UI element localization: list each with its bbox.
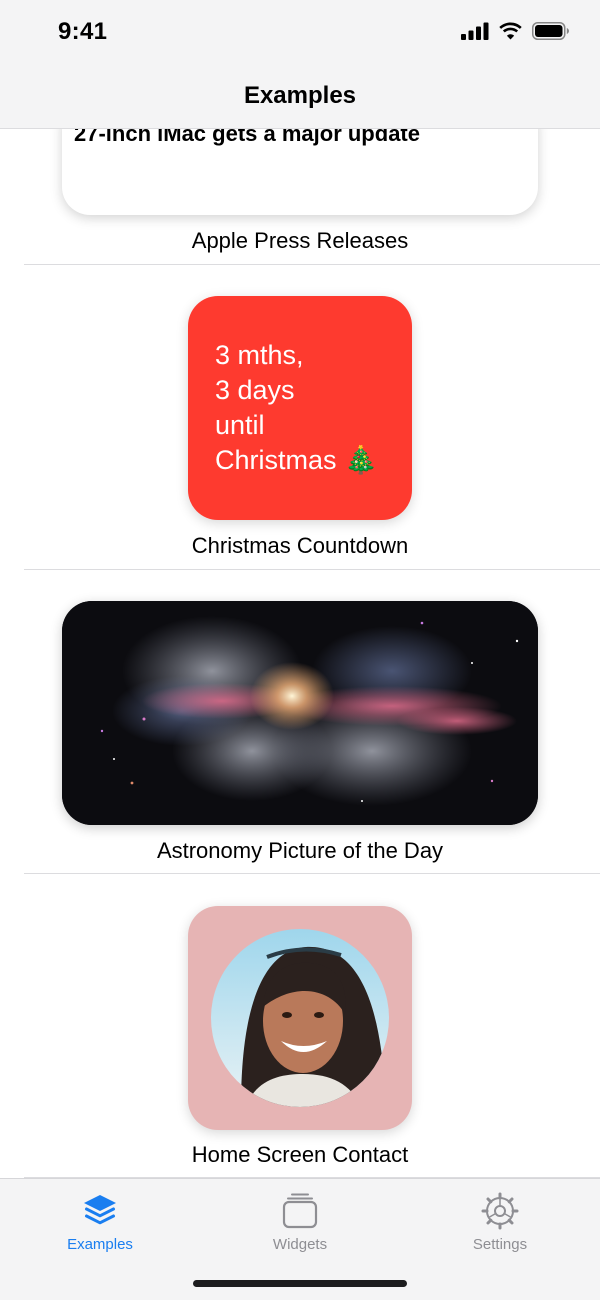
- list-divider: [24, 264, 600, 265]
- tab-label: Settings: [472, 1236, 528, 1253]
- cellular-signal-icon: [461, 22, 489, 40]
- status-bar: 9:41: [0, 0, 600, 66]
- countdown-line: 3 days: [215, 375, 295, 405]
- press-release-widget[interactable]: 27-inch iMac gets a major update: [62, 129, 538, 215]
- layers-icon: [84, 1195, 116, 1225]
- tab-widgets[interactable]: Widgets: [240, 1191, 360, 1253]
- example-caption-christmas-countdown: Christmas Countdown: [191, 533, 409, 558]
- nebula-image: [62, 601, 538, 825]
- list-divider: [24, 569, 600, 570]
- examples-list[interactable]: 27-inch iMac gets a major update Apple P…: [0, 129, 600, 1178]
- press-headline: 27-inch iMac gets a major update: [74, 129, 420, 146]
- page-title: Examples: [243, 82, 357, 109]
- tab-settings[interactable]: Settings: [440, 1191, 560, 1253]
- tab-examples[interactable]: Examples: [40, 1191, 160, 1253]
- countdown-line: Christmas 🎄: [215, 445, 378, 475]
- contact-photo: [211, 929, 389, 1107]
- status-time: 9:41: [58, 18, 108, 45]
- countdown-line: 3 mths,: [215, 340, 304, 370]
- tab-label: Widgets: [272, 1236, 328, 1253]
- status-icons: [461, 22, 570, 40]
- wifi-icon: [499, 22, 522, 40]
- example-caption-contact: Home Screen Contact: [191, 1142, 409, 1167]
- christmas-countdown-widget[interactable]: 3 mths, 3 days until Christmas 🎄: [188, 296, 412, 520]
- countdown-text: 3 mths, 3 days until Christmas 🎄: [215, 338, 378, 478]
- widgets-stack-icon: [282, 1193, 318, 1229]
- example-caption-astronomy: Astronomy Picture of the Day: [156, 838, 444, 863]
- tab-bar: Examples Widgets Settings: [0, 1178, 600, 1300]
- contact-avatar: [211, 929, 389, 1107]
- astronomy-picture-widget[interactable]: [62, 601, 538, 825]
- navigation-bar: Examples: [0, 66, 600, 129]
- home-screen-contact-widget[interactable]: [188, 906, 412, 1130]
- gear-icon: [481, 1192, 519, 1230]
- home-indicator[interactable]: [193, 1280, 407, 1287]
- example-caption-press-releases: Apple Press Releases: [191, 228, 409, 253]
- list-divider: [24, 873, 600, 874]
- battery-icon: [532, 22, 569, 40]
- countdown-line: until: [215, 410, 265, 440]
- tab-label: Examples: [67, 1236, 133, 1253]
